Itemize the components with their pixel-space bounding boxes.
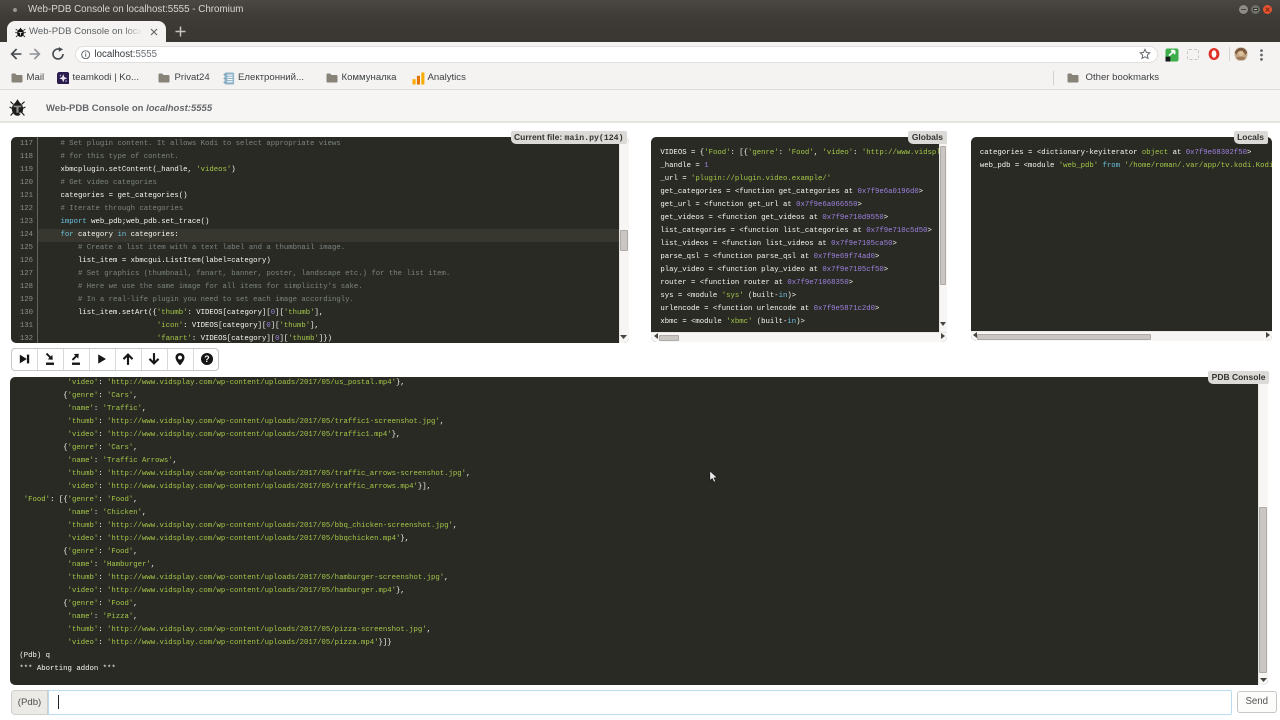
svg-text:?: ? <box>204 354 209 364</box>
